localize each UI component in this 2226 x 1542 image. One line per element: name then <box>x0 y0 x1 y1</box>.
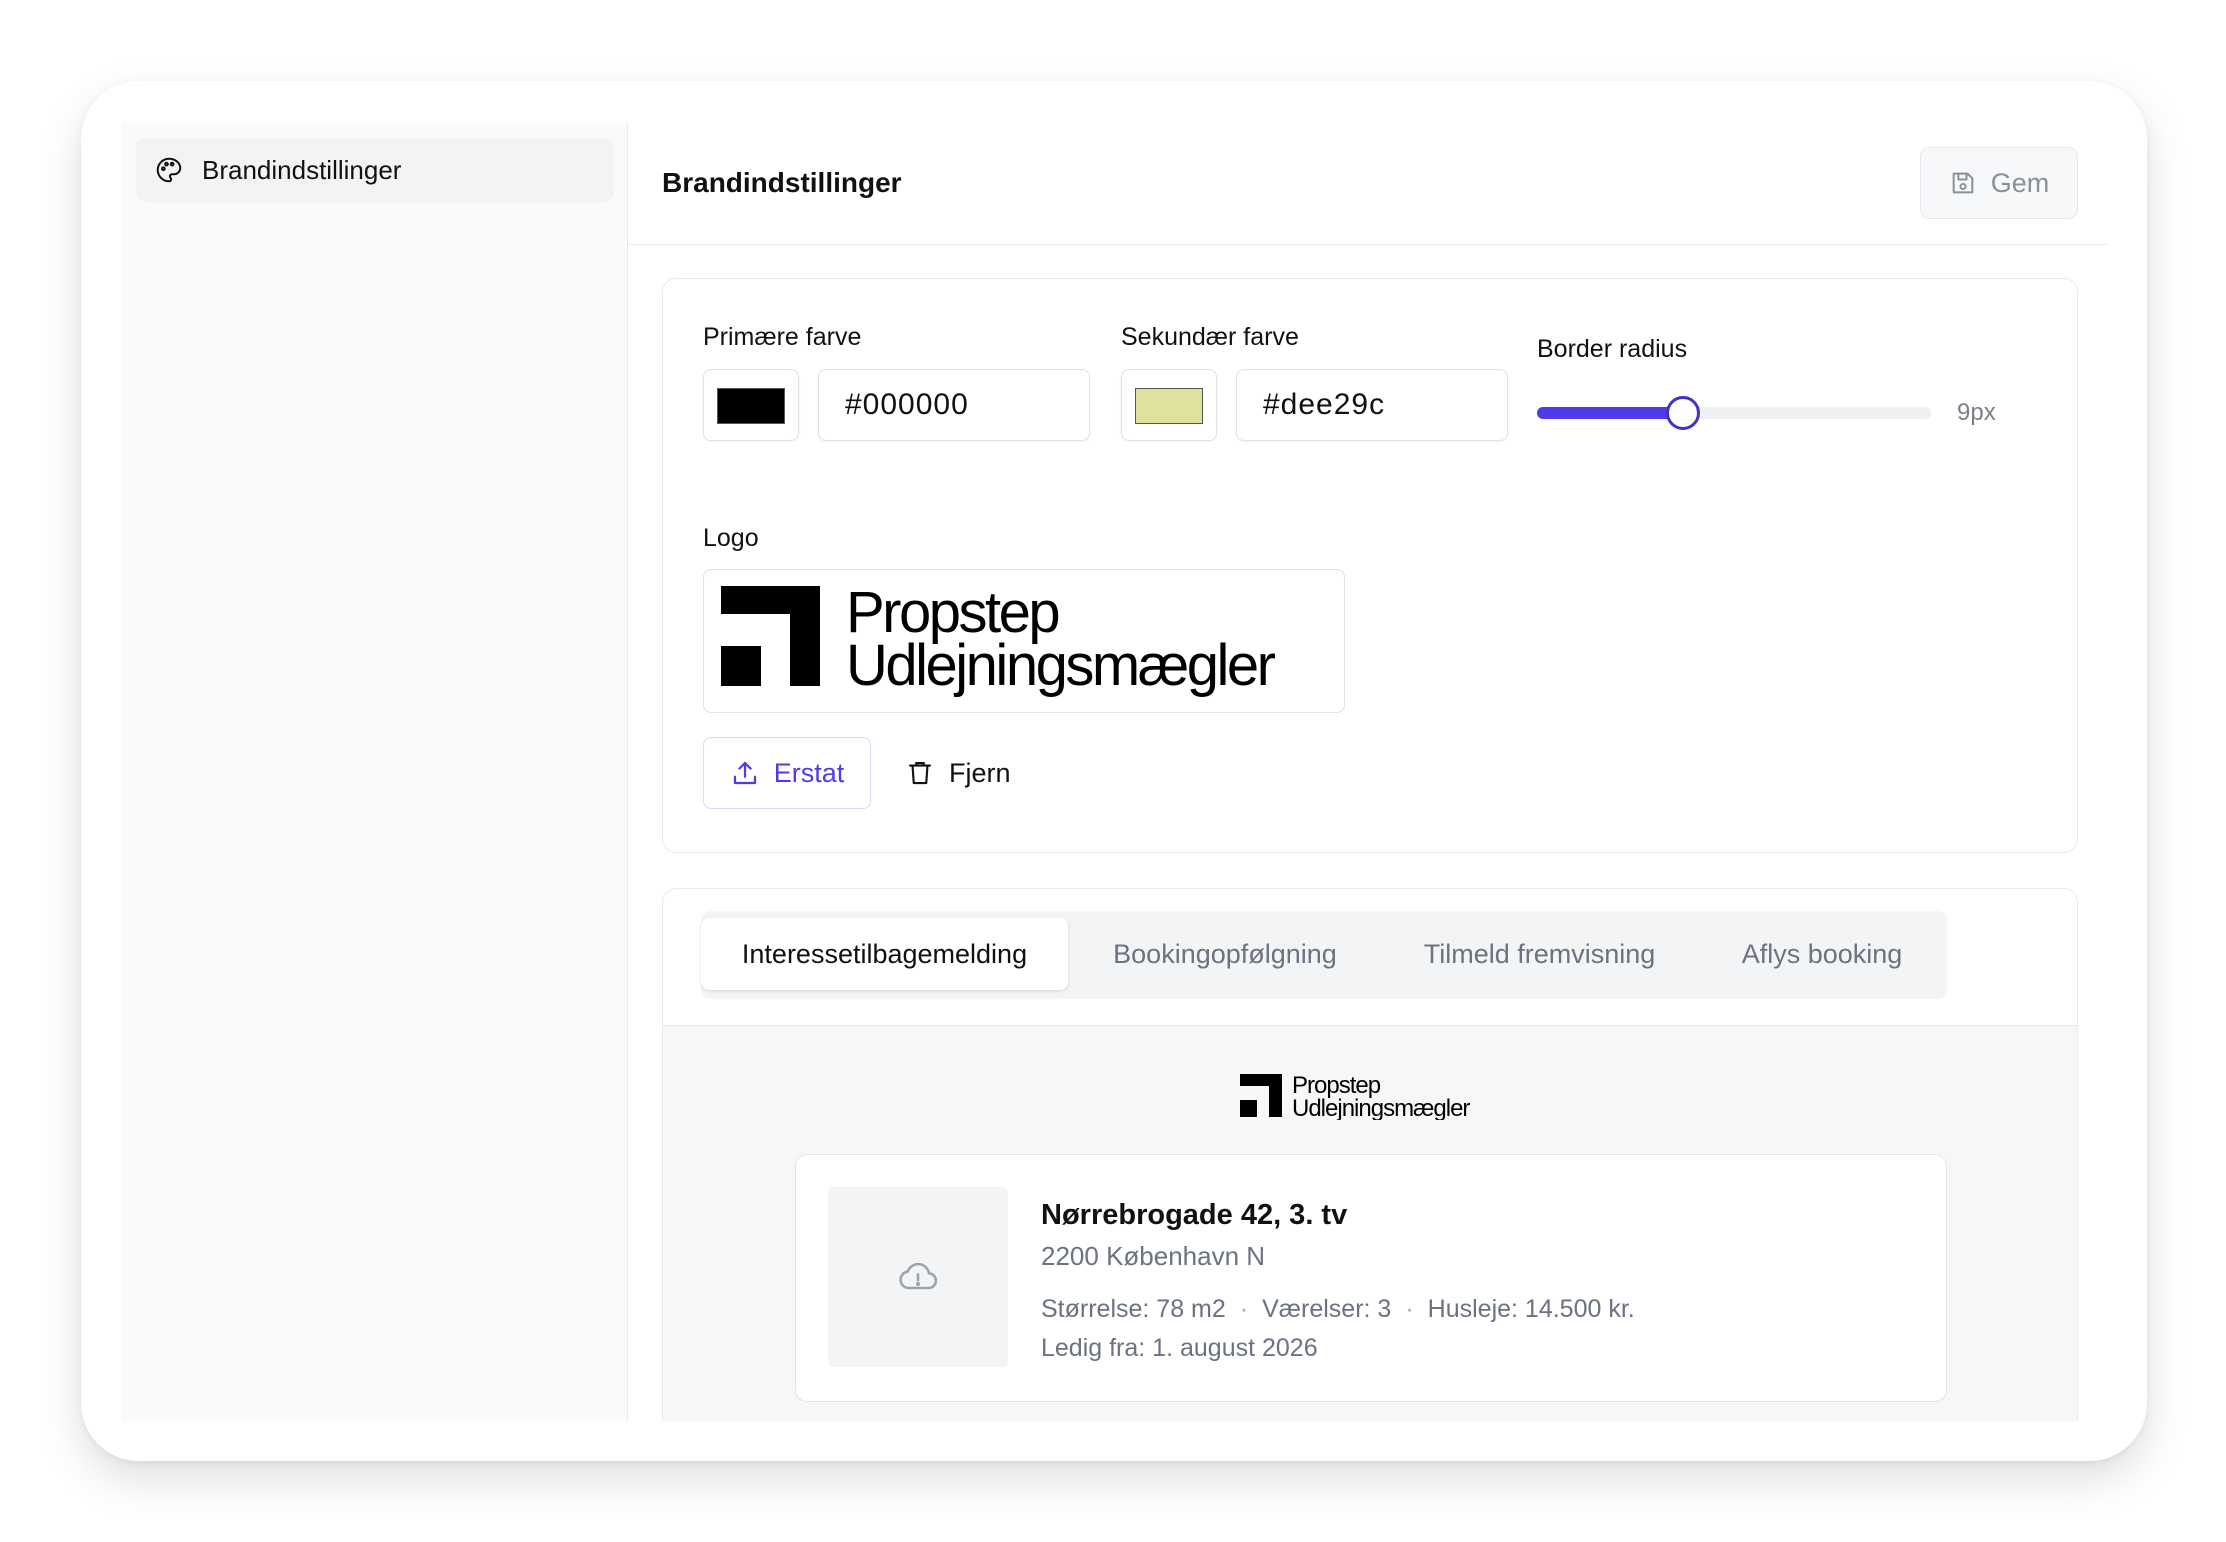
separator-dot: · <box>1405 1295 1414 1323</box>
palette-icon <box>154 155 184 185</box>
primary-color-picker[interactable] <box>703 369 799 441</box>
listing-rooms: Værelser: 3 <box>1262 1295 1392 1323</box>
brand-settings-card: Primære farve Sekundær farve Border radi… <box>662 278 2078 853</box>
sidebar-item-label: Brandindstillinger <box>202 154 402 185</box>
slider-fill <box>1537 407 1683 419</box>
floppy-disk-icon <box>1949 169 1977 197</box>
border-radius-label: Border radius <box>1537 335 1688 363</box>
replace-logo-label: Erstat <box>773 757 845 788</box>
secondary-color-picker[interactable] <box>1121 369 1217 441</box>
sidebar-item-brandindstillinger[interactable]: Brandindstillinger <box>136 138 614 202</box>
email-preview-card: Interessetilbagemelding Bookingopfølgnin… <box>662 888 2078 1421</box>
company-logo: Propstep Udlejningsmægler <box>721 580 1278 698</box>
upload-icon <box>730 758 760 788</box>
page-header: Brandindstillinger Gem <box>629 123 2107 245</box>
listing-city: 2200 København N <box>1041 1241 1266 1271</box>
secondary-color-label: Sekundær farve <box>1121 323 1299 351</box>
cloud-alert-icon <box>896 1255 940 1299</box>
listing-rent: Husleje: 14.500 kr. <box>1427 1295 1635 1323</box>
separator-dot: · <box>1239 1295 1249 1323</box>
screen-background: Brandindstillinger Brandindstillinger Ge… <box>0 0 2226 1542</box>
secondary-color-swatch <box>1135 388 1203 424</box>
main-content: Brandindstillinger Gem Primære farve #00… <box>629 123 2107 1421</box>
remove-logo-label: Fjern <box>949 757 1011 788</box>
preview-logo-line2: Udlejningsmægler <box>1292 1095 1470 1120</box>
listing-available-date: Ledig fra: 1. august 2026 <box>1041 1334 1318 1362</box>
page-title: Brandindstillinger <box>662 167 902 198</box>
listing-card: Nørrebrogade 42, 3. tv 2200 København N … <box>795 1154 1947 1402</box>
logo-label: Logo <box>703 524 759 552</box>
listing-title: Nørrebrogade 42, 3. tv <box>1041 1199 1348 1231</box>
border-radius-value: 9px <box>1957 399 1996 426</box>
listing-size: Størrelse: 78 m2 <box>1041 1295 1226 1323</box>
email-preview: Propstep Udlejningsmægler Nørrebrogade 4… <box>663 1025 2077 1421</box>
logo-preview: Propstep Udlejningsmægler <box>703 569 1345 713</box>
trash-icon <box>905 758 935 788</box>
primary-color-label: Primære farve <box>703 323 862 351</box>
secondary-color-input[interactable] <box>1236 369 1508 441</box>
preview-company-logo: Propstep Udlejningsmægler <box>1240 1072 1471 1120</box>
save-button[interactable]: Gem <box>1920 147 2078 219</box>
listing-image-placeholder <box>828 1187 1008 1367</box>
primary-color-input[interactable] <box>818 369 1090 441</box>
sidebar: Brandindstillinger <box>122 123 628 1421</box>
remove-logo-button[interactable]: Fjern <box>891 737 1011 809</box>
logo-brand-line2: Udlejningsmægler <box>846 633 1276 698</box>
tab-bookingopfolgning[interactable]: Bookingopfølgning <box>1068 918 1382 990</box>
primary-color-swatch <box>717 388 785 424</box>
tab-tilmeld-fremvisning[interactable]: Tilmeld fremvisning <box>1382 918 1697 990</box>
border-radius-slider[interactable] <box>1537 396 1931 430</box>
app-window: Brandindstillinger Brandindstillinger Ge… <box>81 81 2147 1461</box>
slider-thumb[interactable] <box>1666 396 1700 430</box>
save-button-label: Gem <box>1990 167 2050 198</box>
email-template-tabs: Interessetilbagemelding Bookingopfølgnin… <box>701 911 1947 999</box>
tab-aflys-booking[interactable]: Aflys booking <box>1697 918 1947 990</box>
tab-interessetilbagemelding[interactable]: Interessetilbagemelding <box>701 918 1068 990</box>
listing-details: Størrelse: 78 m2 · Værelser: 3 · Husleje… <box>1041 1295 1635 1324</box>
replace-logo-button[interactable]: Erstat <box>703 737 871 809</box>
